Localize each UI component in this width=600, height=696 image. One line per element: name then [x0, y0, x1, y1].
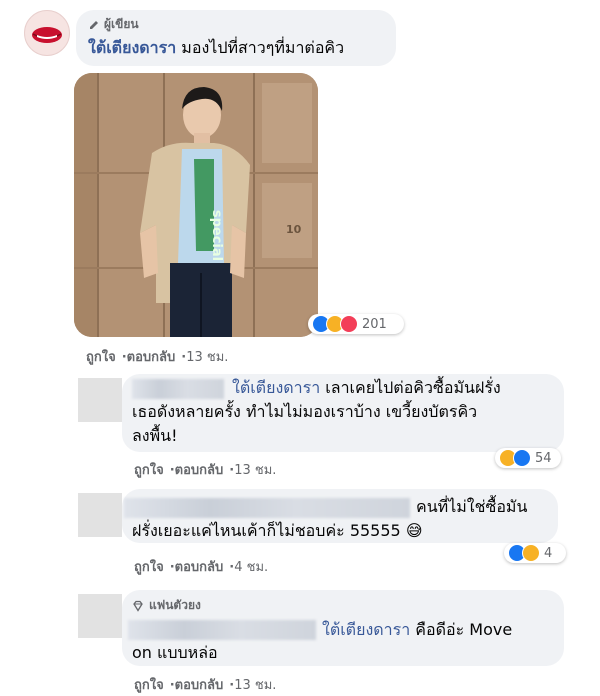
reply-button[interactable]: ตอบกลับ — [175, 678, 224, 693]
reply-avatar[interactable] — [78, 378, 122, 422]
diamond-icon — [133, 600, 143, 612]
author-badge-label: ผู้เขียน — [104, 17, 139, 31]
like-button[interactable]: ถูกใจ — [86, 350, 116, 365]
reaction-count: 201 — [362, 316, 387, 332]
comment-time[interactable]: 13 ชม. — [234, 463, 276, 478]
reply-text-line1: คนที่ไม่ใช่ซื้อมัน — [416, 497, 528, 516]
haha-reaction-icon — [522, 544, 540, 562]
reply-text-line1: ใต้เตียงดารา คือดีอ่ะ Move — [322, 620, 513, 639]
photo-illustration — [74, 73, 318, 337]
reply-button[interactable]: ตอบกลับ — [175, 463, 224, 478]
redacted-commenter-name — [132, 379, 224, 399]
mention-tag[interactable]: ใต้เตียงดารา — [322, 620, 410, 639]
author-avatar[interactable] — [24, 10, 70, 56]
reaction-summary[interactable]: 54 — [495, 448, 561, 468]
fan-badge-label: แฟนตัวยง — [149, 598, 201, 612]
lips-icon — [32, 27, 62, 43]
reply-actions: ถูกใจ ·ตอบกลับ ·13 ชม. — [134, 463, 277, 478]
reply-text-line3: ลงพื้น! — [132, 426, 178, 445]
like-button[interactable]: ถูกใจ — [134, 560, 164, 575]
reply-actions: ถูกใจ ·ตอบกลับ ·13 ชม. — [134, 678, 277, 693]
photo-number-tag: 10 — [286, 223, 302, 236]
redacted-commenter-name — [124, 498, 410, 518]
comment-time[interactable]: 4 ชม. — [234, 560, 268, 575]
reply-text-line2: on แบบหล่อ — [132, 643, 218, 662]
comment-body: มองไปที่สาวๆที่มาต่อคิว — [181, 38, 345, 57]
comment-time[interactable]: 13 ชม. — [234, 678, 276, 693]
comment-photo[interactable]: special 10 — [74, 73, 318, 337]
reaction-count: 4 — [544, 545, 553, 561]
reaction-count: 54 — [535, 450, 552, 466]
commenter-name[interactable]: ใต้เตียงดารา — [88, 38, 176, 57]
reply-avatar[interactable] — [78, 493, 122, 537]
reaction-summary[interactable]: 4 — [504, 543, 566, 563]
redacted-commenter-name — [128, 620, 316, 640]
reply-text-line1: ใต้เตียงดารา เลาเคยไปต่อคิวซื้อมันฝรั่ง — [232, 378, 501, 397]
love-reaction-icon — [340, 315, 358, 333]
photo-shirt-text: special — [209, 209, 225, 262]
comment-actions: ถูกใจ ·ตอบกลับ ·13 ชม. — [86, 350, 229, 365]
fan-badge: แฟนตัวยง — [132, 596, 201, 615]
reply-actions: ถูกใจ ·ตอบกลับ ·4 ชม. — [134, 560, 269, 575]
reply-button[interactable]: ตอบกลับ — [175, 560, 224, 575]
author-badge: ผู้เขียน — [88, 15, 139, 34]
comment-time[interactable]: 13 ชม. — [186, 350, 228, 365]
reply-avatar[interactable] — [78, 594, 122, 638]
like-button[interactable]: ถูกใจ — [134, 678, 164, 693]
reply-text-line2: เธอดังหลายครั้ง ทำไมไม่มองเราบ้าง เขวี้ย… — [132, 402, 478, 421]
comment-text: ใต้เตียงดารา มองไปที่สาวๆที่มาต่อคิว — [88, 36, 344, 60]
like-button[interactable]: ถูกใจ — [134, 463, 164, 478]
reply-button[interactable]: ตอบกลับ — [127, 350, 176, 365]
like-reaction-icon — [513, 449, 531, 467]
reaction-summary[interactable]: 201 — [308, 314, 404, 334]
reply-text-line2: ฝรั่งเยอะแค่ไหนเค้าก็ไม่ชอบค่ะ 55555 😅 — [132, 521, 423, 540]
sweat-smile-emoji: 😅 — [405, 521, 423, 540]
pencil-icon — [90, 20, 98, 29]
mention-tag[interactable]: ใต้เตียงดารา — [232, 378, 320, 397]
